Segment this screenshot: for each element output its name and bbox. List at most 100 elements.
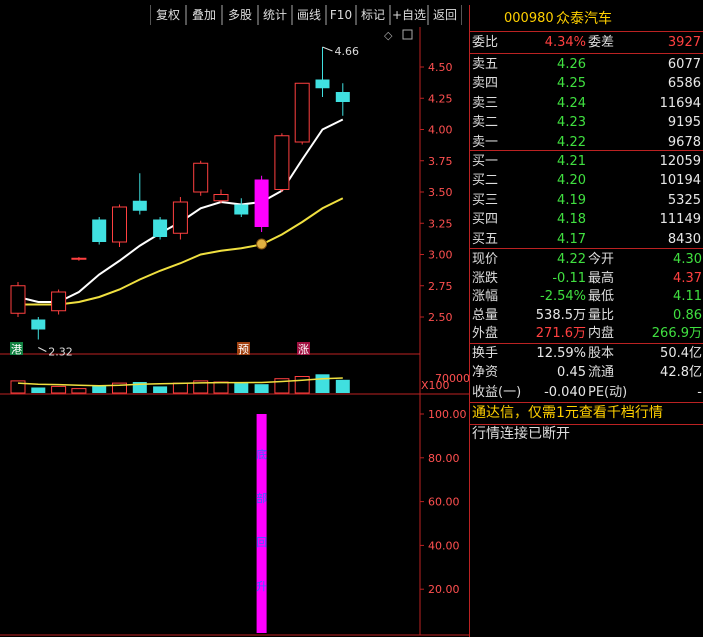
y-tick-label: 4.25: [428, 92, 453, 105]
ask-volume: 9678: [667, 134, 701, 150]
ask-row: 卖四 4.25 6586: [470, 74, 703, 93]
stat-value: -: [697, 384, 702, 400]
ask-price: 4.23: [557, 115, 586, 131]
candle-body: [274, 135, 290, 190]
quote-value: 4.11: [673, 289, 702, 305]
quote-row: 现价 4.22 今开 4.30: [470, 250, 703, 269]
y-tick-label: 2.75: [428, 280, 453, 293]
indicator-text: 底: [256, 447, 267, 461]
quote-label: 外盘: [472, 326, 499, 342]
toolbar-button-4[interactable]: 画线: [292, 5, 326, 25]
toolbar-button-5[interactable]: F10: [326, 5, 356, 25]
ask-row: 卖二 4.23 9195: [470, 113, 703, 132]
indicator-text: 升: [256, 580, 267, 593]
quote-label: 量比: [588, 307, 615, 323]
ask-label: 卖一: [472, 134, 499, 150]
weibi-value: 4.34%: [544, 35, 586, 50]
quote-row: 涨幅 -2.54% 最低 4.11: [470, 287, 703, 306]
divider: [470, 150, 703, 151]
ask-price: 4.26: [557, 57, 586, 72]
tag-zhang: 涨: [298, 343, 309, 356]
bid-label: 买四: [472, 212, 499, 228]
volume-bar: [315, 374, 330, 393]
toolbar-button-7[interactable]: +自选: [390, 5, 428, 25]
indicator-tick-label: 80.00: [428, 452, 460, 465]
quote-value: 4.22: [557, 252, 586, 267]
bid-label: 买五: [472, 231, 499, 247]
quote-value: 4.30: [673, 252, 702, 267]
indicator-tick-label: 60.00: [428, 496, 460, 509]
quote-value: -0.11: [552, 270, 586, 286]
ask-volume: 6586: [667, 76, 701, 92]
quote-label: 总量: [472, 307, 499, 323]
connection-text: 行情连接已断开: [472, 426, 570, 442]
bid-volume: 8430: [667, 231, 701, 247]
stat-value: 12.59%: [536, 346, 586, 361]
candle-body: [172, 201, 188, 234]
stock-header: 000980 众泰汽车: [470, 8, 703, 30]
bid-price: 4.18: [557, 212, 586, 228]
ask-label: 卖二: [472, 115, 499, 131]
y-tick-label: 3.50: [428, 186, 453, 199]
candle-body: [254, 179, 269, 227]
volume-bar: [294, 376, 310, 394]
tag-yu: 预: [238, 343, 249, 356]
ask-price: 4.25: [557, 76, 586, 92]
tag-gang: 港: [11, 343, 22, 356]
indicator-tick-label: 40.00: [428, 539, 460, 552]
bid-volume: 12059: [659, 154, 701, 169]
ask-label: 卖四: [472, 76, 499, 92]
candle-body: [153, 219, 168, 237]
ask-row: 卖三 4.24 11694: [470, 94, 703, 113]
divider: [470, 53, 703, 54]
volume-bar: [234, 383, 249, 393]
toolbar-button-6[interactable]: 标记: [356, 5, 390, 25]
ask-volume: 6077: [667, 57, 701, 72]
stat-row: 收益(一) -0.040 PE(动) -: [470, 383, 703, 402]
candle-body: [335, 92, 350, 102]
toolbar-button-1[interactable]: 叠加: [186, 5, 222, 25]
low-pointer: [38, 347, 47, 352]
bid-row: 买一 4.21 12059: [470, 152, 703, 171]
toolbar-button-2[interactable]: 多股: [222, 5, 258, 25]
quote-value: -2.54%: [540, 289, 586, 305]
stat-label: 流通: [588, 365, 615, 381]
divider: [470, 402, 703, 403]
bid-row: 买四 4.18 11149: [470, 210, 703, 229]
stat-label: 换手: [472, 346, 499, 361]
stock-code: 000980: [504, 11, 554, 26]
indicator-tick-label: 100.00: [428, 408, 467, 421]
toolbar-button-0[interactable]: 复权: [150, 5, 186, 25]
bid-row: 买三 4.19 5325: [470, 191, 703, 210]
candle-body: [294, 82, 310, 143]
indicator-tick-label: 20.00: [428, 583, 460, 596]
toolbar-button-3[interactable]: 统计: [258, 5, 292, 25]
stat-value: 0.45: [557, 365, 586, 381]
quote-value: 271.6万: [535, 326, 586, 342]
candle-body: [315, 79, 330, 89]
quote-label: 最高: [588, 270, 615, 286]
kline-chart[interactable]: 4.50 4.25 4.00 3.75 3.50 3.25 3.00 2.75 2.50 ◇ 4.6…: [0, 27, 470, 637]
coin-icon: [256, 238, 268, 250]
quote-label: 现价: [472, 252, 499, 267]
bid-volume: 11149: [659, 212, 701, 228]
weibi-row: 委比 4.34% 委差 3927: [470, 33, 703, 52]
toolbar-button-8[interactable]: 返回: [428, 5, 462, 25]
promo-notice[interactable]: 通达信，仅需1元查看千档行情: [470, 404, 703, 423]
stat-label: 收益(一): [472, 384, 522, 400]
quote-label: 最低: [588, 289, 615, 305]
bid-row: 买二 4.20 10194: [470, 171, 703, 190]
bid-row: 买五 4.17 8430: [470, 230, 703, 249]
divider: [470, 31, 703, 32]
bid-price: 4.21: [557, 154, 586, 169]
high-mark-label: 4.66: [335, 45, 360, 58]
stat-label: 股本: [588, 346, 615, 361]
promo-text[interactable]: 通达信，仅需1元查看千档行情: [472, 404, 663, 423]
ask-price: 4.22: [557, 134, 586, 150]
volume-bar: [254, 384, 269, 393]
candle-body: [31, 319, 46, 330]
volume-bar: [31, 387, 46, 393]
quote-label: 涨幅: [472, 289, 499, 305]
weibi-label: 委比: [472, 35, 499, 50]
candle-body: [193, 162, 209, 193]
